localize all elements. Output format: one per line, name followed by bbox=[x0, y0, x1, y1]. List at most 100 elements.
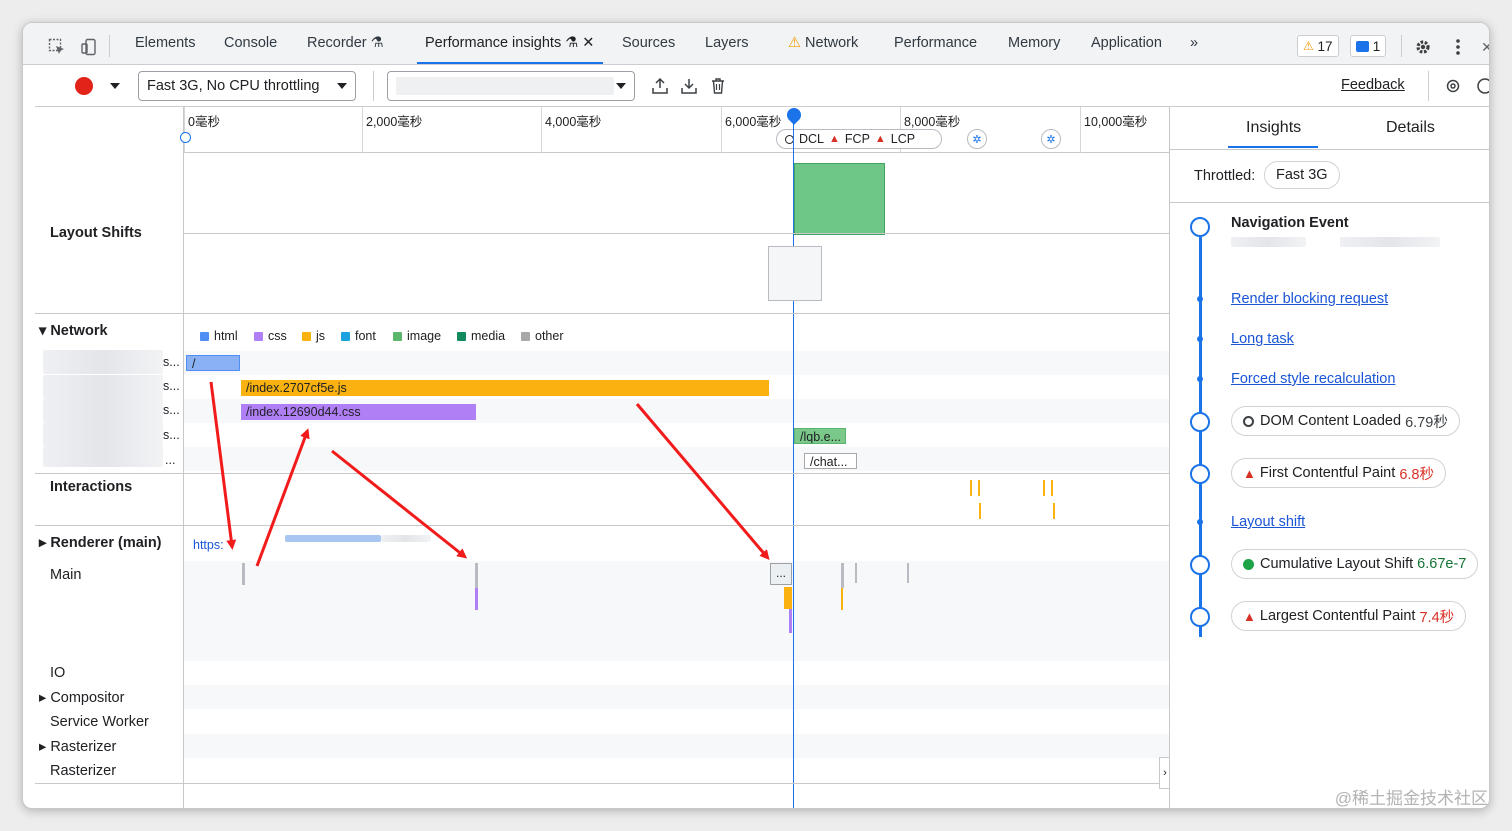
network-request-html[interactable]: / bbox=[186, 355, 240, 371]
tab-elements[interactable]: Elements bbox=[135, 35, 195, 51]
network-request-image[interactable]: /lqb.e... bbox=[794, 428, 846, 444]
track-io[interactable]: IO bbox=[50, 665, 65, 681]
cls-value: 6.67e-7 bbox=[1417, 556, 1467, 572]
ruler-label: 6,000毫秒 bbox=[725, 115, 782, 129]
interaction-marker-icon[interactable]: ✲ bbox=[967, 129, 987, 149]
help-icon[interactable] bbox=[1473, 74, 1489, 98]
warning-icon: ⚠ bbox=[788, 35, 801, 51]
layout-shift-screenshot[interactable] bbox=[768, 246, 822, 301]
delete-icon[interactable] bbox=[706, 74, 730, 98]
tab-performance-insights[interactable]: Performance insights ⚗ ✕ bbox=[425, 35, 594, 51]
ruler-label: 0毫秒 bbox=[188, 115, 220, 129]
render-blocking-request-link[interactable]: Render blocking request bbox=[1231, 291, 1388, 307]
close-tab-icon[interactable]: ✕ bbox=[582, 35, 594, 51]
record-button[interactable] bbox=[75, 77, 93, 95]
legend-font: font bbox=[341, 329, 376, 343]
tab-layers[interactable]: Layers bbox=[705, 35, 749, 51]
interaction-marker-icon[interactable]: ✲ bbox=[1041, 129, 1061, 149]
track-main[interactable]: Main bbox=[50, 567, 81, 583]
close-devtools-icon[interactable]: ✕ bbox=[1475, 35, 1489, 59]
tab-console[interactable]: Console bbox=[224, 35, 277, 51]
legend-html: html bbox=[200, 329, 238, 343]
interaction-mark[interactable] bbox=[979, 503, 981, 519]
flask-icon: ⚗ bbox=[370, 35, 384, 51]
fcp-metric-badge[interactable]: ▲ First Contentful Paint 6.8秒 bbox=[1231, 458, 1446, 488]
track-service-worker[interactable]: Service Worker bbox=[50, 714, 149, 730]
interaction-mark[interactable] bbox=[1053, 503, 1055, 519]
main-task-mark[interactable] bbox=[242, 563, 245, 585]
network-request-other[interactable]: /chat... bbox=[804, 453, 857, 469]
navigation-event-node-icon bbox=[1190, 217, 1210, 237]
interaction-mark[interactable] bbox=[978, 480, 980, 496]
main-task-mark[interactable] bbox=[841, 588, 843, 610]
more-options-icon[interactable] bbox=[1446, 35, 1470, 59]
legend-other: other bbox=[521, 329, 564, 343]
main-task-mark[interactable] bbox=[789, 609, 792, 633]
interaction-mark[interactable] bbox=[970, 480, 972, 496]
recording-select[interactable] bbox=[387, 71, 635, 101]
active-sidebar-tab-indicator bbox=[1228, 146, 1318, 148]
legend-css: css bbox=[254, 329, 287, 343]
start-marker-icon bbox=[180, 132, 191, 143]
main-task-more[interactable]: ... bbox=[770, 563, 792, 585]
fcp-label: First Contentful Paint bbox=[1259, 465, 1396, 481]
record-dropdown-icon[interactable] bbox=[110, 83, 120, 89]
tab-network-label: Network bbox=[805, 35, 859, 51]
track-interactions[interactable]: Interactions bbox=[50, 479, 132, 495]
warnings-badge[interactable]: ⚠ 17 bbox=[1297, 35, 1339, 57]
download-icon[interactable] bbox=[677, 74, 701, 98]
chevron-down-icon bbox=[337, 83, 347, 89]
upload-icon[interactable] bbox=[648, 74, 672, 98]
messages-badge[interactable]: 1 bbox=[1350, 35, 1387, 57]
timeline-area[interactable]: 0毫秒 2,000毫秒 4,000毫秒 6,000毫秒 8,000毫秒 10,0… bbox=[35, 105, 1171, 808]
tab-details[interactable]: Details bbox=[1386, 119, 1435, 137]
warnings-count: 17 bbox=[1317, 38, 1333, 54]
layout-shift-link[interactable]: Layout shift bbox=[1231, 514, 1305, 530]
main-task-mark[interactable] bbox=[855, 563, 857, 583]
track-rasterizer[interactable]: Rasterizer bbox=[50, 763, 116, 779]
track-renderer-main[interactable]: ▸ Renderer (main) bbox=[39, 535, 162, 551]
main-task-mark[interactable] bbox=[784, 587, 792, 609]
settings-gear-icon[interactable] bbox=[1411, 35, 1435, 59]
forced-style-recalculation-link[interactable]: Forced style recalculation bbox=[1231, 371, 1395, 387]
tab-application[interactable]: Application bbox=[1091, 35, 1162, 51]
main-task-mark[interactable] bbox=[475, 563, 478, 588]
tab-memory[interactable]: Memory bbox=[1008, 35, 1060, 51]
dcl-icon bbox=[1243, 415, 1254, 427]
cls-metric-badge[interactable]: Cumulative Layout Shift 6.67e-7 bbox=[1231, 549, 1479, 579]
track-rasterizer-expandable[interactable]: ▸ Rasterizer bbox=[39, 739, 116, 755]
network-request-js[interactable]: /index.2707cf5e.js bbox=[241, 380, 769, 396]
main-task-mark[interactable] bbox=[841, 563, 844, 588]
device-toolbar-icon[interactable] bbox=[77, 35, 101, 59]
inspect-element-icon[interactable] bbox=[45, 35, 69, 59]
more-tabs-button[interactable]: » bbox=[1190, 35, 1198, 51]
long-task-link[interactable]: Long task bbox=[1231, 331, 1294, 347]
recording-select-value bbox=[396, 77, 614, 95]
network-request-css[interactable]: /index.12690d44.css bbox=[241, 404, 476, 420]
interaction-mark[interactable] bbox=[1051, 480, 1053, 496]
fcp-marker-icon: ▲ bbox=[829, 133, 840, 145]
layout-shift-cluster[interactable] bbox=[794, 163, 885, 235]
track-compositor[interactable]: ▸ Compositor bbox=[39, 690, 124, 706]
ruler-label: 2,000毫秒 bbox=[366, 115, 423, 129]
insight-dot-icon bbox=[1197, 336, 1203, 342]
main-task-mark[interactable] bbox=[907, 563, 909, 583]
interaction-mark[interactable] bbox=[1043, 480, 1045, 496]
legend-media: media bbox=[457, 329, 505, 343]
main-task-mark[interactable] bbox=[475, 588, 478, 610]
tab-network[interactable]: ⚠ Network bbox=[788, 35, 858, 51]
tab-recorder[interactable]: Recorder ⚗ bbox=[307, 35, 384, 51]
dcl-metric-badge[interactable]: DOM Content Loaded 6.79秒 bbox=[1231, 406, 1460, 436]
track-network[interactable]: ▾ Network bbox=[39, 323, 108, 339]
page-load-markers[interactable]: DCL ▲ FCP ▲ LCP bbox=[776, 129, 942, 149]
renderer-url[interactable]: https: bbox=[193, 538, 224, 552]
tab-sources[interactable]: Sources bbox=[622, 35, 675, 51]
lcp-metric-badge[interactable]: ▲ Largest Contentful Paint 7.4秒 bbox=[1231, 601, 1467, 631]
tab-insights[interactable]: Insights bbox=[1246, 119, 1301, 137]
tab-performance[interactable]: Performance bbox=[894, 35, 977, 51]
devtools-window: Elements Console Recorder ⚗ Performance … bbox=[22, 22, 1490, 809]
throttling-select[interactable]: Fast 3G, No CPU throttling bbox=[138, 71, 356, 101]
panel-settings-gear-icon[interactable] bbox=[1441, 74, 1465, 98]
feedback-link[interactable]: Feedback bbox=[1341, 77, 1405, 93]
track-layout-shifts[interactable]: Layout Shifts bbox=[50, 225, 142, 241]
